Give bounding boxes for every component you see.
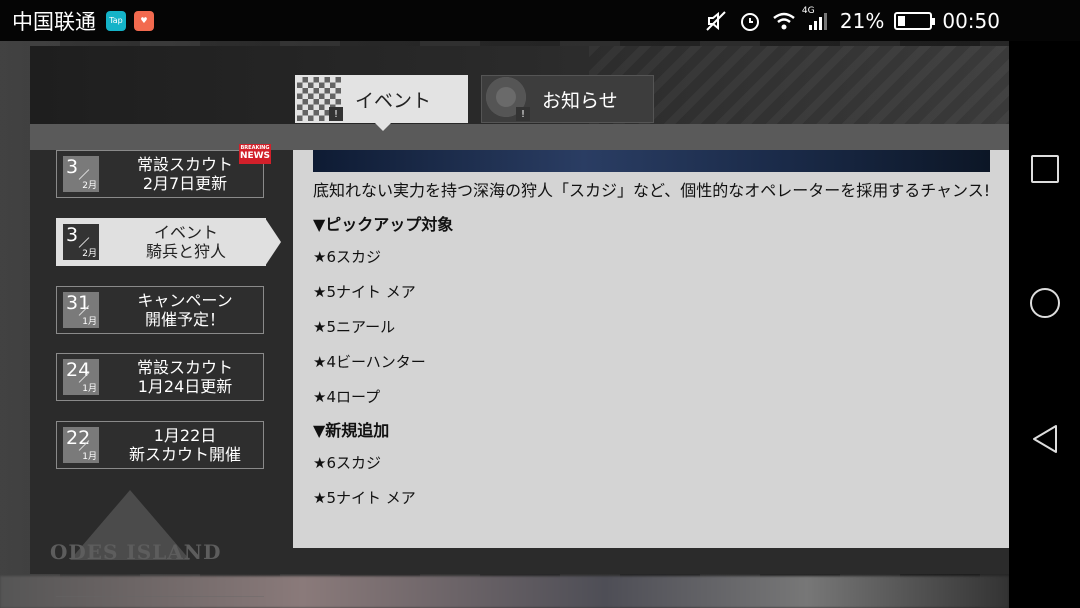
operator-entry: ★5ナイト メア [313,283,416,301]
news-item-faded [56,596,264,608]
tab-event[interactable]: ! イベント [295,75,468,131]
news-item-line2: 2月7日更新 [142,174,228,193]
date-box: 31 1月 [63,292,99,328]
date-box: 3 2月 [63,156,99,192]
back-triangle-icon [1033,425,1057,453]
date-month: 1月 [82,317,97,327]
recent-apps-button[interactable] [1029,153,1061,185]
date-month: 2月 [82,249,97,259]
news-item[interactable]: 22 1月 1月22日 新スカウト開催 [56,421,264,469]
gear-icon: ! [484,77,530,121]
clock: 00:50 [942,8,1000,33]
date-box: 22 1月 [63,427,99,463]
date-day: 24 [66,359,91,381]
date-box: 3 2月 [63,224,99,260]
date-month: 2月 [82,181,97,191]
status-bar: 中国联通 Tap ♥ 4G 21% 00:50 [0,0,1080,41]
breaking-news-badge: BREAKING NEWS [239,144,271,164]
content-body: 底知れない実力を持つ深海の狩人「スカジ」など、個性的なオペレーターを採用するチャ… [313,180,993,509]
news-item-line2: 開催予定！ [144,310,225,329]
date-day: 22 [66,427,91,449]
operator-entry: ★5ニアール [313,318,396,336]
battery-icon [894,11,936,30]
news-item-line2: 新スカウト開催 [128,445,241,464]
date-day: 3 [66,224,79,246]
battery-level [898,15,905,26]
operator-entry: ★6スカジ [313,454,381,472]
android-nav-bar [1009,41,1080,608]
news-item[interactable]: 24 1月 常設スカウト 1月24日更新 [56,353,264,401]
news-item-title: キャンペーン 開催予定！ [99,291,263,329]
news-item-title: イベント 騎兵と狩人 [99,223,265,261]
section-heading-new: ▼新規追加 [313,421,390,440]
home-button[interactable] [1029,287,1061,319]
intro-text: 底知れない実力を持つ深海の狩人「スカジ」など、個性的なオペレーターを採用するチャ… [313,181,991,200]
news-item-title: 常設スカウト 1月24日更新 [99,358,263,396]
news-item[interactable]: 3 2月 常設スカウト 2月7日更新 BREAKING NEWS [56,144,271,198]
status-indicators: 4G 21% 00:50 [704,0,1000,41]
taptap-app-icon: Tap [106,10,126,31]
content-panel[interactable]: 底知れない実力を持つ深海の狩人「スカジ」など、個性的なオペレーターを採用するチャ… [293,150,1009,548]
rhodes-island-emblem: ODES ISLAND [30,490,230,570]
circle-icon [1030,288,1060,318]
event-banner-image [313,150,990,172]
news-item-title: 1月22日 新スカウト開催 [99,426,263,464]
news-item-line2: 1月24日更新 [137,377,233,396]
checkered-flag-icon: ! [297,77,343,121]
news-item-line2: 騎兵と狩人 [145,242,226,261]
header-band [30,124,1009,150]
heart-app-icon: ♥ [134,10,154,31]
date-month: 1月 [82,384,97,394]
news-item-active[interactable]: 3 2月 イベント 騎兵と狩人 [56,218,281,266]
news-item-line1: 1月22日 [153,426,217,445]
tab-notice-label: お知らせ [542,89,618,112]
section-heading-pickup: ▼ピックアップ対象 [313,215,454,234]
signal-icon: 4G [802,6,830,33]
square-icon [1031,155,1059,183]
news-item-line1: イベント [153,223,218,242]
date-box: 24 1月 [63,359,99,395]
date-month: 1月 [82,452,97,462]
mute-icon [704,9,728,33]
back-button[interactable] [1029,423,1061,455]
badge-bottom-text: NEWS [239,151,271,161]
emblem-text: ODES ISLAND [50,540,222,564]
operator-entry: ★5ナイト メア [313,489,416,507]
tab-notice[interactable]: ! お知らせ [481,75,654,123]
date-day: 3 [66,156,79,178]
network-type-label: 4G [801,5,815,16]
news-item[interactable]: 31 1月 キャンペーン 開催予定！ [56,286,264,334]
carrier-name: 中国联通 [12,9,96,34]
operator-entry: ★4ロープ [313,388,381,406]
operator-entry: ★6スカジ [313,248,381,266]
date-day: 31 [66,292,91,314]
news-item-line1: キャンペーン [137,291,233,310]
news-list: ODES ISLAND 3 2月 常設スカウト 2月7日更新 BREAKING … [30,144,292,597]
news-item-line1: 常設スカウト [136,358,233,377]
tab-event-label: イベント [355,89,432,112]
operator-entry: ★4ビーハンター [313,353,426,371]
battery-percent: 21% [839,8,885,33]
wifi-icon [772,9,796,33]
alarm-icon [738,9,762,33]
